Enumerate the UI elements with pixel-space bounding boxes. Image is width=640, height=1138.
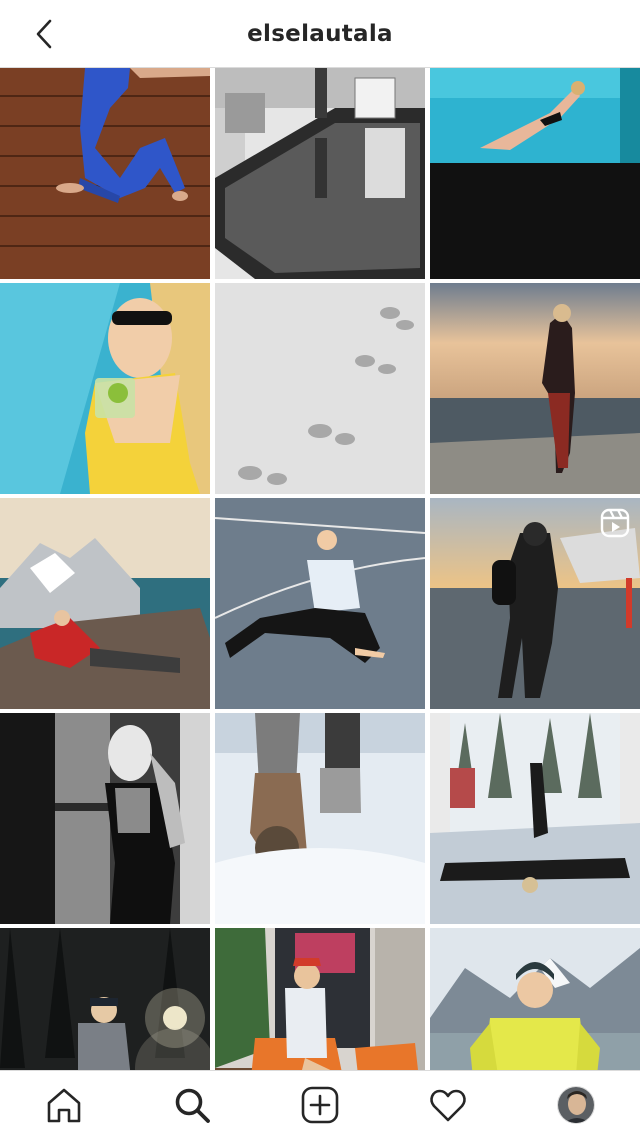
post-image: [0, 68, 210, 279]
tab-new-post[interactable]: [288, 1073, 352, 1137]
post-thumbnail[interactable]: [215, 713, 425, 924]
post-thumbnail[interactable]: [215, 498, 425, 709]
tab-activity[interactable]: [416, 1073, 480, 1137]
post-thumbnail[interactable]: [0, 713, 210, 924]
reels-icon: [600, 508, 630, 538]
post-image: [215, 928, 425, 1070]
post-thumbnail[interactable]: [430, 713, 640, 924]
back-button[interactable]: [28, 16, 60, 52]
chevron-left-icon: [36, 19, 52, 49]
post-thumbnail[interactable]: [0, 498, 210, 709]
post-image: [430, 68, 640, 279]
post-image: [215, 283, 425, 494]
tab-profile[interactable]: [544, 1073, 608, 1137]
post-thumbnail[interactable]: [215, 283, 425, 494]
post-image: [430, 928, 640, 1070]
post-image: [0, 928, 210, 1070]
post-thumbnail[interactable]: [430, 283, 640, 494]
post-thumbnail[interactable]: [0, 928, 210, 1070]
header-bar: elselautala: [0, 0, 640, 68]
heart-icon: [430, 1089, 466, 1121]
tab-search[interactable]: [160, 1073, 224, 1137]
add-post-icon: [301, 1086, 339, 1123]
post-image: [0, 713, 210, 924]
post-thumbnail[interactable]: [430, 68, 640, 279]
post-grid: [0, 68, 640, 1070]
profile-username-title: elselautala: [247, 20, 393, 47]
post-image: [0, 498, 210, 709]
search-icon: [175, 1088, 210, 1123]
tab-home[interactable]: [32, 1073, 96, 1137]
home-icon: [47, 1088, 81, 1122]
bottom-tab-bar: [0, 1070, 640, 1138]
post-image: [430, 713, 640, 924]
post-thumbnail[interactable]: [0, 68, 210, 279]
post-thumbnail[interactable]: [215, 928, 425, 1070]
post-thumbnail[interactable]: [0, 283, 210, 494]
post-image: [430, 283, 640, 494]
post-image: [215, 713, 425, 924]
post-image: [0, 283, 210, 494]
post-thumbnail[interactable]: [215, 68, 425, 279]
post-thumbnail[interactable]: [430, 928, 640, 1070]
post-image: [215, 498, 425, 709]
profile-avatar: [557, 1085, 595, 1124]
post-thumbnail[interactable]: [430, 498, 640, 709]
post-image: [215, 68, 425, 279]
